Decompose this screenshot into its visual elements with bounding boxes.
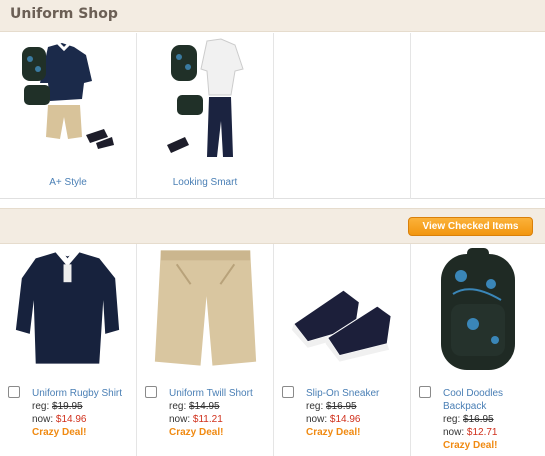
product-select-checkbox[interactable] <box>8 386 20 398</box>
product-grid: Uniform Rugby Shirt reg: $19.95 now: $14… <box>0 244 545 456</box>
crazy-deal-badge: Crazy Deal! <box>306 427 361 438</box>
slip-on-sneaker-image[interactable] <box>274 244 410 374</box>
product-card-cool-doodles-backpack: Cool Doodles Backpack reg: $16.95 now: $… <box>411 244 545 456</box>
product-card-slip-on-sneaker: Slip-On Sneaker reg: $16.95 now: $14.96 … <box>274 244 411 456</box>
product-select-checkbox[interactable] <box>145 386 157 398</box>
sale-price: now: $12.71 <box>443 427 498 438</box>
view-checked-items-button[interactable]: View Checked Items <box>408 217 533 236</box>
regular-price: reg: $19.95 <box>32 401 83 412</box>
regular-price: reg: $14.95 <box>169 401 220 412</box>
outfit-looking-smart-image[interactable] <box>137 33 274 173</box>
product-details: Uniform Rugby Shirt reg: $19.95 now: $14… <box>32 387 134 439</box>
product-name-link[interactable]: Uniform Twill Short <box>169 387 271 400</box>
outfit-a-plus-style-link[interactable]: A+ Style <box>0 177 136 188</box>
uniform-shop-header: Uniform Shop <box>0 0 545 32</box>
outfit-a-plus-style[interactable]: A+ Style <box>0 33 137 199</box>
product-card-twill-short: Uniform Twill Short reg: $14.95 now: $11… <box>137 244 274 456</box>
product-toolbar: View Checked Items <box>0 208 545 244</box>
outfit-a-plus-style-image[interactable] <box>0 33 137 173</box>
outfit-gallery: A+ Style Looking Smart <box>0 33 545 199</box>
product-select-checkbox[interactable] <box>282 386 294 398</box>
product-details: Uniform Twill Short reg: $14.95 now: $11… <box>169 387 271 439</box>
outfit-looking-smart[interactable]: Looking Smart <box>137 33 274 199</box>
product-details: Cool Doodles Backpack reg: $16.95 now: $… <box>443 387 545 452</box>
crazy-deal-badge: Crazy Deal! <box>32 427 87 438</box>
cool-doodles-backpack-image[interactable] <box>411 244 545 374</box>
product-name-link[interactable]: Uniform Rugby Shirt <box>32 387 134 400</box>
outfit-empty-slot-1 <box>274 33 411 199</box>
outfit-looking-smart-link[interactable]: Looking Smart <box>137 177 273 188</box>
product-details: Slip-On Sneaker reg: $16.95 now: $14.96 … <box>306 387 408 439</box>
product-name-link[interactable]: Cool Doodles Backpack <box>443 387 545 413</box>
sale-price: now: $11.21 <box>169 414 223 425</box>
twill-short-image[interactable] <box>137 244 273 374</box>
sale-price: now: $14.96 <box>32 414 87 425</box>
outfit-empty-slot-2 <box>411 33 545 199</box>
sale-price: now: $14.96 <box>306 414 361 425</box>
product-name-link[interactable]: Slip-On Sneaker <box>306 387 408 400</box>
product-select-checkbox[interactable] <box>419 386 431 398</box>
regular-price: reg: $16.95 <box>306 401 357 412</box>
regular-price: reg: $16.95 <box>443 414 494 425</box>
crazy-deal-badge: Crazy Deal! <box>169 427 224 438</box>
product-card-rugby-shirt: Uniform Rugby Shirt reg: $19.95 now: $14… <box>0 244 137 456</box>
page-title: Uniform Shop <box>10 6 118 22</box>
crazy-deal-badge: Crazy Deal! <box>443 440 498 451</box>
rugby-shirt-image[interactable] <box>0 244 136 374</box>
